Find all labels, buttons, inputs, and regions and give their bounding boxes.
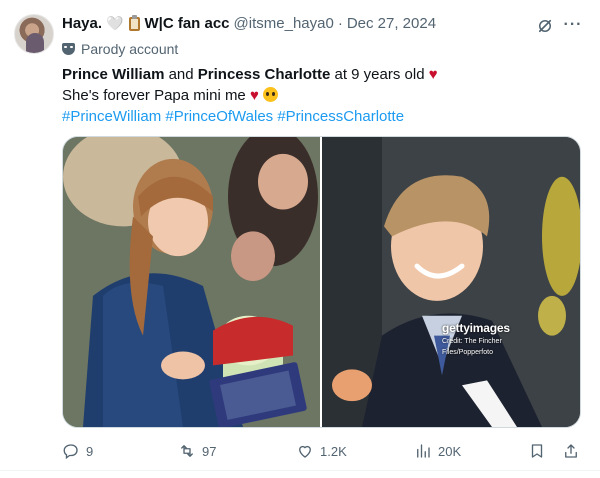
tweet-line-2: She's forever Papa mini me ♥: [62, 85, 438, 106]
reply-count: 9: [86, 443, 94, 459]
media-grid[interactable]: gettyimages Credit: The Fincher Files/Po…: [62, 136, 581, 428]
divider: [0, 470, 600, 471]
separator-dot: ·: [337, 15, 343, 32]
bookmark-button[interactable]: [528, 440, 546, 462]
views-icon: [417, 444, 430, 458]
getty-logo: gettyimages: [442, 321, 510, 335]
parody-label: Parody account: [62, 41, 178, 57]
mention-princess-charlotte: Princess Charlotte: [197, 66, 331, 83]
white-heart-emoji: 🤍: [106, 15, 124, 31]
share-icon: [565, 444, 577, 458]
like-button[interactable]: 1.2K: [296, 440, 347, 462]
like-icon: [299, 445, 311, 458]
reply-button[interactable]: 9: [62, 440, 93, 462]
text-papa-mini-me: She's forever Papa mini me: [62, 87, 250, 104]
photo-credit-2: Files/Popperfoto: [442, 349, 493, 356]
more-icon[interactable]: ···: [562, 15, 584, 37]
photo-right-drawing: [322, 137, 580, 427]
bookmark-icon: [531, 444, 543, 458]
photo-credit-1: Credit: The Fincher: [442, 338, 502, 345]
views-button[interactable]: 20K: [414, 440, 461, 462]
photo-left-drawing: [63, 137, 320, 427]
retweet-button[interactable]: 97: [178, 440, 216, 462]
grok-icon[interactable]: [536, 17, 554, 35]
avatar[interactable]: [14, 14, 54, 54]
tweet-date[interactable]: Dec 27, 2024: [347, 15, 436, 32]
retweet-count: 97: [202, 443, 217, 459]
clipboard-icon: [129, 14, 141, 31]
mention-prince-william: Prince William: [62, 66, 165, 83]
reply-icon: [63, 444, 78, 460]
parody-mask-icon: [62, 43, 75, 55]
action-bar: 9 97 1.2K 20K: [62, 440, 582, 462]
user-handle[interactable]: @itsme_haya0: [234, 15, 334, 32]
views-count: 20K: [438, 443, 462, 459]
hashtags[interactable]: #PrinceWilliam #PrinceOfWales #PrincessC…: [62, 106, 438, 127]
share-button[interactable]: [562, 440, 580, 462]
tweet-line-1: Prince William and Princess Charlotte at…: [62, 64, 438, 85]
display-name-suffix[interactable]: W|C fan acc: [144, 15, 229, 32]
pleading-face-emoji: [263, 87, 279, 102]
text-age: at 9 years old: [330, 66, 429, 83]
red-heart-emoji-2: ♥: [249, 87, 259, 104]
tweet-header: Haya. 🤍 W|C fan acc @itsme_haya0 · Dec 2…: [62, 14, 436, 32]
like-count: 1.2K: [320, 443, 347, 459]
tweet-text: Prince William and Princess Charlotte at…: [62, 64, 438, 127]
retweet-icon: [181, 445, 193, 457]
parody-text: Parody account: [81, 41, 179, 57]
tweet[interactable]: Haya. 🤍 W|C fan acc @itsme_haya0 · Dec 2…: [0, 0, 600, 478]
getty-watermark: gettyimages Credit: The Fincher Files/Po…: [442, 321, 510, 357]
photo-prince-william[interactable]: gettyimages Credit: The Fincher Files/Po…: [322, 137, 580, 427]
red-heart-emoji: ♥: [428, 66, 438, 83]
photo-princess-charlotte[interactable]: [63, 137, 320, 427]
display-name[interactable]: Haya.: [62, 15, 102, 32]
text-and: and: [164, 66, 198, 83]
